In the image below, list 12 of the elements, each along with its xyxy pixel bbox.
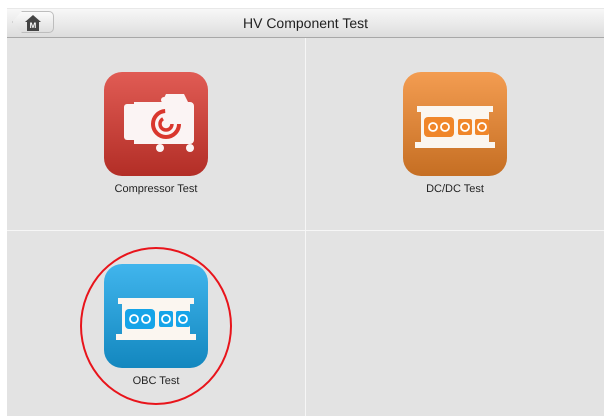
converter-icon[interactable] bbox=[403, 72, 507, 176]
compressor-icon[interactable] bbox=[104, 72, 208, 176]
home-icon bbox=[24, 14, 42, 30]
page-title: HV Component Test bbox=[242, 15, 368, 31]
test-tile[interactable]: OBC Test bbox=[7, 231, 305, 416]
tile-label: DC/DC Test bbox=[426, 183, 484, 195]
test-tile[interactable]: DC/DC Test bbox=[306, 38, 604, 230]
tile-label: OBC Test bbox=[132, 375, 180, 387]
tile-label: Compressor Test bbox=[114, 183, 198, 195]
home-button[interactable]: M bbox=[12, 11, 54, 33]
test-tile[interactable]: Compressor Test bbox=[7, 38, 305, 230]
converter-icon[interactable] bbox=[104, 264, 208, 368]
